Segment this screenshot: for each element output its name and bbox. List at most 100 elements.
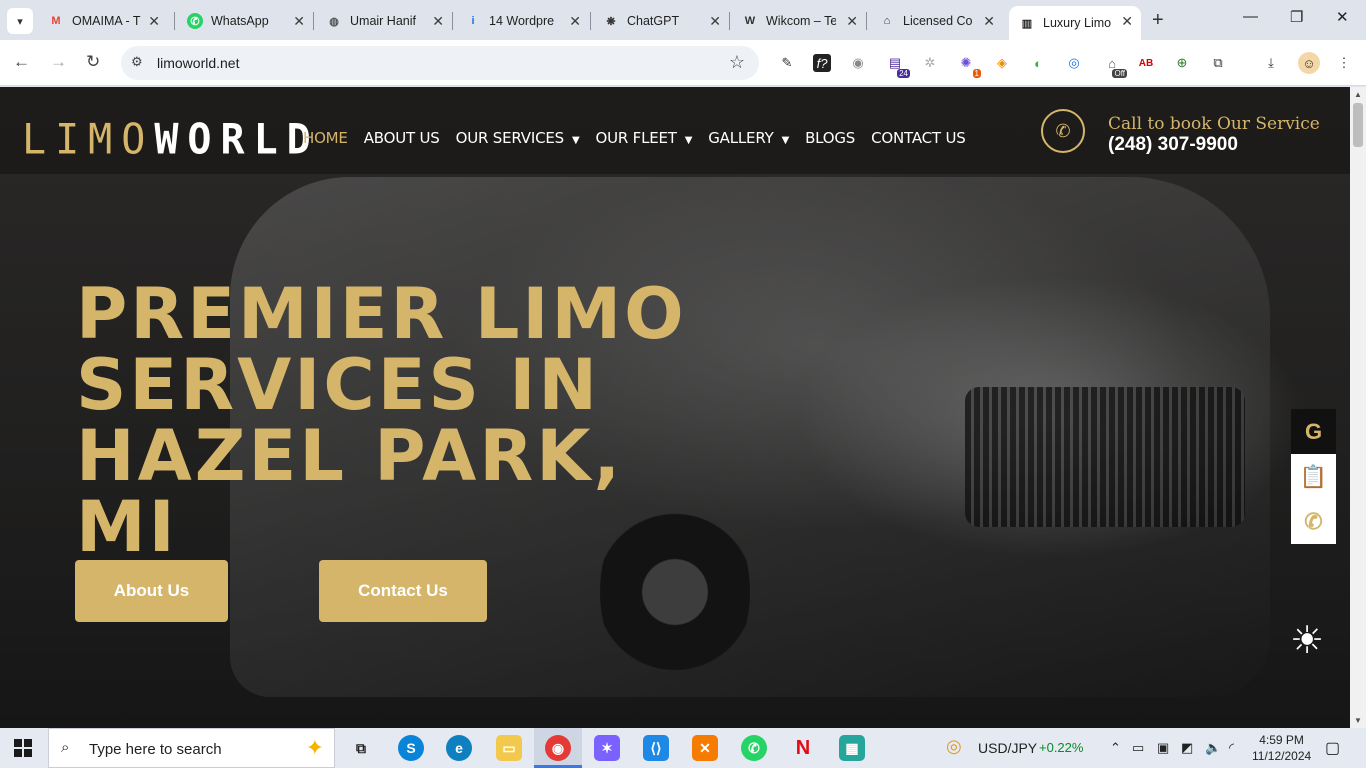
orange-extension-icon[interactable]: ◈ (993, 54, 1011, 72)
adblock-extension-icon[interactable]: AB (1137, 54, 1155, 72)
scroll-up-icon[interactable]: ▲ (1354, 90, 1362, 99)
new-tab-button[interactable]: + (1152, 9, 1164, 32)
clock-date: 11/12/2024 (1252, 749, 1312, 763)
taskbar-search-box[interactable]: ⌕ Type here to search ✦ (48, 728, 335, 768)
clock-time: 4:59 PM (1259, 733, 1304, 747)
tab-umair-hanif[interactable]: ◍ Umair Hanif ✕ (316, 6, 452, 36)
whatsapp-desktop-icon[interactable]: ✆ (741, 735, 767, 761)
tab-title: Luxury Limo (1043, 16, 1112, 30)
phone-call-icon[interactable]: ✆ (1041, 109, 1085, 153)
about-us-button[interactable]: About Us (75, 560, 228, 622)
calendar-badge: 24 (897, 69, 910, 78)
netflix-icon[interactable]: N (790, 735, 816, 761)
tab-wordpress-info[interactable]: i 14 Wordpre ✕ (455, 6, 589, 36)
sun-icon[interactable]: ☀ (1288, 622, 1326, 660)
address-bar[interactable]: ⚙ limoworld.net ☆ (121, 46, 759, 80)
call-phone-number[interactable]: (248) 307-9900 (1108, 134, 1238, 156)
chrome-icon[interactable]: ◉ (545, 735, 571, 761)
close-icon[interactable]: ✕ (569, 13, 581, 30)
eyedropper-extension-icon[interactable]: ✎ (778, 54, 796, 72)
font-extension-icon[interactable]: f? (813, 54, 831, 72)
tab-whatsapp[interactable]: ✆ WhatsApp ✕ (177, 6, 313, 36)
close-icon[interactable]: ✕ (432, 13, 444, 30)
close-icon[interactable]: ✕ (709, 13, 721, 30)
calendar-extension-icon[interactable]: ▤ 24 (886, 54, 910, 78)
tab-search-button[interactable]: ▾ (7, 8, 33, 34)
copilot-icon[interactable]: ✶ (594, 735, 620, 761)
page-scrollbar[interactable]: ▲ ▼ (1350, 87, 1366, 728)
nav-item-label: GALLERY (708, 129, 774, 147)
skype-icon[interactable]: S (398, 735, 424, 761)
system-clock[interactable]: 4:59 PM 11/12/2024 (1252, 732, 1311, 764)
tab-separator (452, 12, 453, 30)
green-extension-icon[interactable]: ⊕ (1173, 54, 1191, 72)
tab-separator (866, 12, 867, 30)
contact-us-button[interactable]: Contact Us (319, 560, 487, 622)
close-icon[interactable]: ✕ (983, 13, 995, 30)
task-view-icon[interactable]: ⧉ (348, 735, 374, 761)
puzzle-color-extension-icon[interactable]: ✺ 1 (957, 54, 981, 78)
close-icon[interactable]: ✕ (293, 13, 305, 30)
store-app-icon[interactable]: ▦ (839, 735, 865, 761)
file-explorer-icon[interactable]: ▭ (496, 735, 522, 761)
site-info-icon[interactable]: ⚙ (131, 54, 143, 70)
download-icon[interactable]: ⤓ (1262, 54, 1280, 72)
hero-title: PREMIER LIMO SERVICES IN HAZEL PARK, MI (76, 273, 687, 568)
show-hidden-icons-chevron[interactable]: ⌃ (1110, 740, 1121, 756)
close-icon[interactable]: ✕ (846, 13, 858, 30)
nav-item-our-services[interactable]: OUR SERVICES ▼ (456, 129, 580, 147)
wifi-icon[interactable]: ◜ (1229, 740, 1234, 756)
window-close-icon[interactable]: ✕ (1336, 8, 1349, 26)
nav-item-blogs[interactable]: BLOGS (805, 129, 855, 147)
clipboard-icon[interactable]: 📋 (1291, 454, 1336, 499)
nav-item-about-us[interactable]: ABOUT US (364, 129, 440, 147)
close-icon[interactable]: ✕ (148, 13, 160, 30)
phone-icon[interactable]: ✆ (1291, 499, 1336, 544)
site-logo[interactable]: LIMOWORLD (22, 119, 320, 161)
tab-licensed[interactable]: ⌂ Licensed Co ✕ (869, 6, 1003, 36)
tab-luxury-limo[interactable]: ▥ Luxury Limo ✕ (1009, 6, 1141, 40)
tab-gmail[interactable]: M OMAIMA - T ✕ (38, 6, 168, 36)
nav-item-contact-us[interactable]: CONTACT US (871, 129, 966, 147)
notification-app-icon[interactable]: ◩ (1181, 740, 1193, 756)
eye-extension-icon[interactable]: ◐ (1029, 54, 1047, 72)
nav-item-our-fleet[interactable]: OUR FLEET ▼ (595, 129, 692, 147)
ticker-pair[interactable]: USD/JPY (978, 740, 1037, 756)
minimize-icon[interactable]: — (1243, 8, 1258, 25)
google-icon[interactable]: G (1291, 409, 1336, 454)
scrollbar-thumb[interactable] (1353, 103, 1363, 147)
logo-part-limo: LIMO (22, 115, 155, 165)
search-icon: ⌕ (61, 739, 70, 756)
forward-arrow-icon[interactable]: → (50, 52, 67, 72)
off-extension-icon[interactable]: ⌂ Off (1103, 54, 1127, 78)
back-arrow-icon[interactable]: ← (13, 52, 30, 72)
nav-item-gallery[interactable]: GALLERY ▼ (708, 129, 789, 147)
extensions-puzzle-icon[interactable]: ⧉ (1209, 54, 1227, 72)
bookmark-star-icon[interactable]: ☆ (729, 52, 745, 73)
restore-icon[interactable]: ❐ (1290, 8, 1303, 26)
tab-title: Licensed Co (903, 14, 973, 28)
menu-kebab-icon[interactable]: ⋮ (1335, 54, 1353, 72)
vscode-icon[interactable]: ⟨⟩ (643, 735, 669, 761)
tab-chatgpt[interactable]: ❋ ChatGPT ✕ (593, 6, 729, 36)
volume-icon[interactable]: 🔈 (1205, 740, 1221, 756)
scroll-down-icon[interactable]: ▼ (1354, 716, 1362, 725)
camera-extension-icon[interactable]: ◉ (849, 54, 867, 72)
nav-item-label: OUR FLEET (595, 129, 677, 147)
url-text[interactable]: limoworld.net (157, 55, 239, 71)
tab-wikcom[interactable]: W Wikcom – Te ✕ (732, 6, 866, 36)
notifications-icon[interactable]: ▢ (1325, 738, 1340, 758)
windows-start-icon[interactable] (14, 739, 32, 757)
device-icon[interactable]: ▣ (1157, 740, 1169, 756)
xampp-icon[interactable]: ✕ (692, 735, 718, 761)
grid-extension-icon[interactable]: ✲ (921, 54, 939, 72)
finance-widget-icon[interactable]: ◎ (946, 736, 962, 757)
webpage: LIMOWORLD HOME ABOUT US OUR SERVICES ▼ OU… (0, 87, 1350, 728)
battery-icon[interactable]: ▭ (1132, 740, 1144, 756)
nav-item-home[interactable]: HOME (303, 129, 348, 147)
profile-avatar[interactable]: ☺ (1298, 52, 1320, 74)
reload-icon[interactable]: ↻ (86, 52, 100, 72)
edge-icon[interactable]: e (446, 735, 472, 761)
close-icon[interactable]: ✕ (1121, 13, 1133, 30)
blue-extension-icon[interactable]: ◎ (1065, 54, 1083, 72)
